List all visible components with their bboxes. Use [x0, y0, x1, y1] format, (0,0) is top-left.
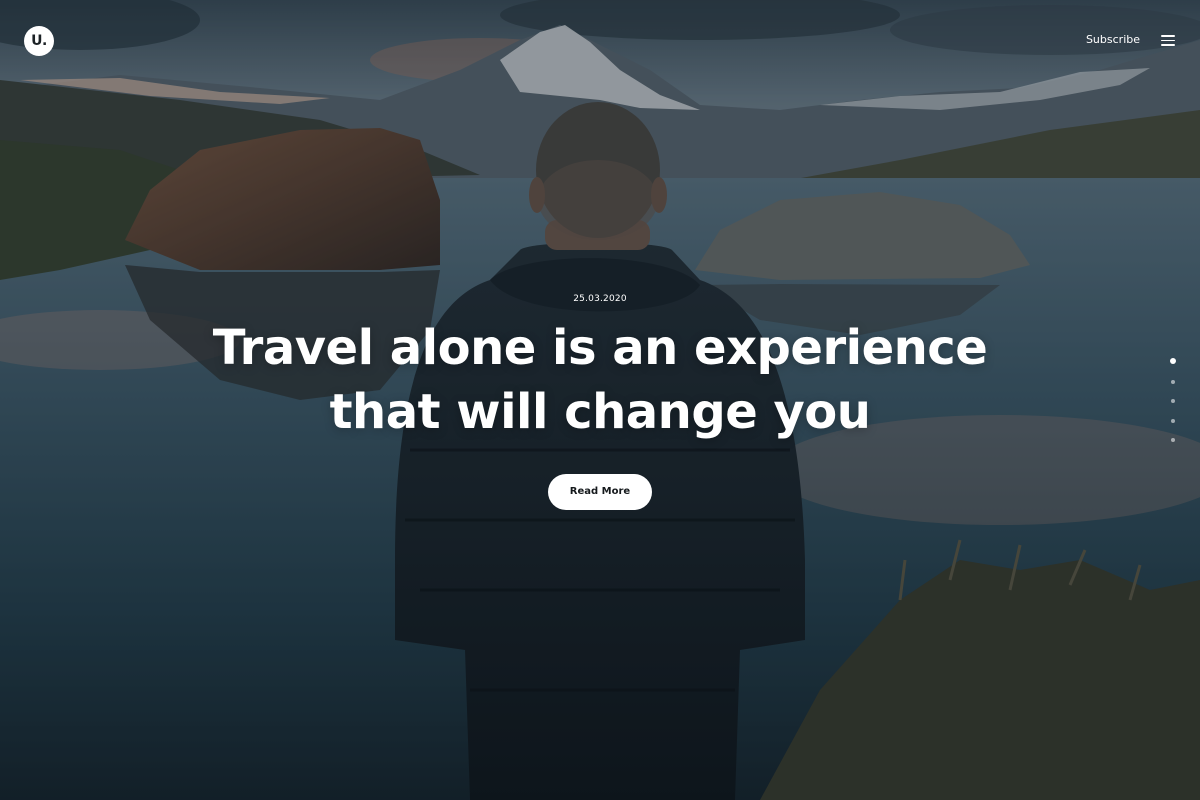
slider-dot[interactable]	[1170, 358, 1176, 364]
slider-pagination	[1169, 358, 1177, 458]
menu-line	[1161, 44, 1175, 46]
site-logo[interactable]: U.	[24, 26, 54, 56]
hero-title: Travel alone is an experience that will …	[212, 320, 988, 440]
slider-dot[interactable]	[1171, 418, 1175, 423]
hamburger-menu-icon[interactable]	[1161, 35, 1175, 46]
slider-dot[interactable]	[1171, 438, 1175, 442]
slider-dot[interactable]	[1171, 399, 1175, 403]
subscribe-link[interactable]: Subscribe	[1086, 33, 1140, 46]
slider-dot[interactable]	[1171, 379, 1175, 384]
menu-line	[1161, 35, 1175, 37]
post-date: 25.03.2020	[573, 294, 627, 304]
menu-line	[1161, 39, 1175, 42]
hero-section: 25.03.2020 Travel alone is an experience…	[0, 294, 1200, 510]
read-more-button[interactable]: Read More	[548, 474, 652, 510]
